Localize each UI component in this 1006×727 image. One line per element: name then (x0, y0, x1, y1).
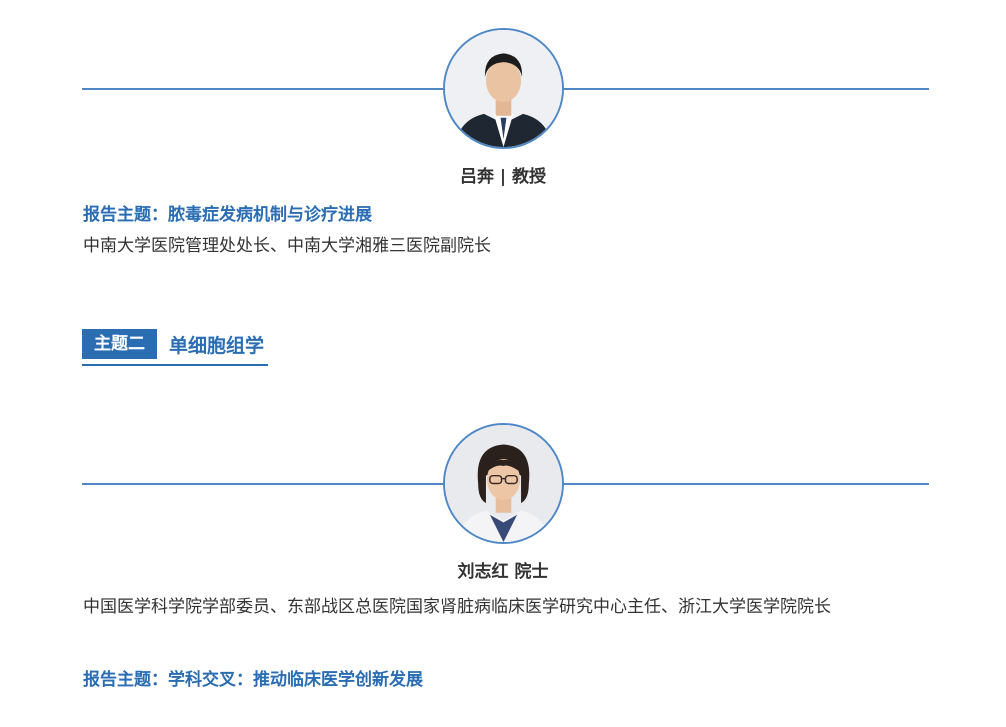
section-header: 主题二 单细胞组学 (82, 326, 269, 366)
section-tag: 主题二 (82, 329, 157, 359)
speaker-affiliation: 中南大学医院管理处处长、中南大学湘雅三医院副院长 (83, 236, 491, 256)
section-title: 单细胞组学 (169, 334, 265, 357)
speaker-topic: 报告主题：脓毒症发病机制与诊疗进展 (83, 205, 372, 225)
speaker-name: 吕奔 | 教授 (459, 167, 547, 187)
speaker-avatar (443, 28, 564, 149)
female-portrait-icon (445, 425, 562, 542)
speaker-topic: 报告主题：学科交叉：推动临床医学创新发展 (83, 670, 423, 690)
speaker-name: 刘志红 院士 (457, 562, 549, 582)
speaker-avatar (443, 423, 564, 544)
speaker-affiliation: 中国医学科学院学部委员、东部战区总医院国家肾脏病临床医学研究中心主任、浙江大学医… (83, 597, 831, 617)
male-portrait-icon (445, 30, 562, 147)
